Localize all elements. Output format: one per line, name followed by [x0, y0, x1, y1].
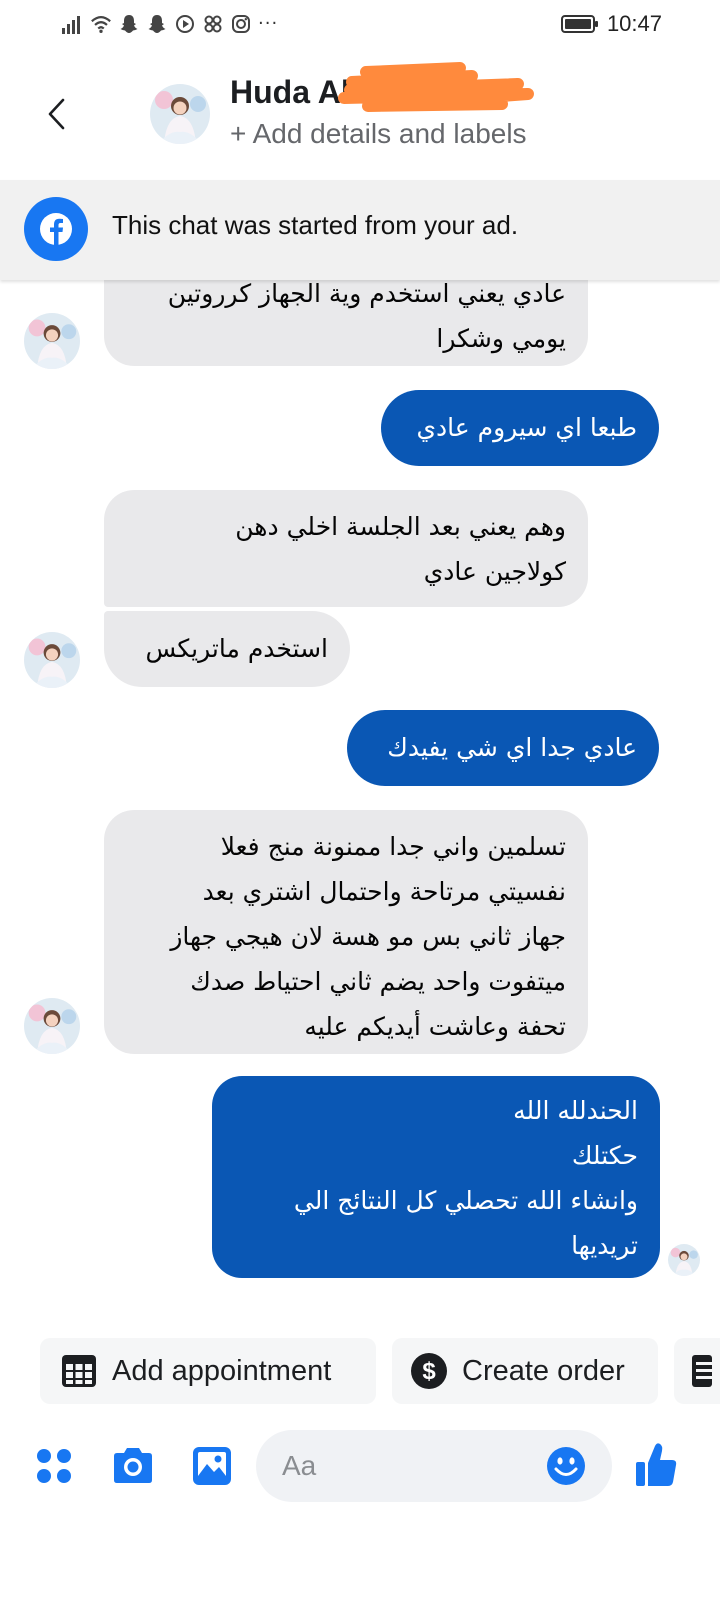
chat-header: Huda Al + Add details and labels: [0, 60, 720, 178]
signal-icon: [62, 13, 84, 35]
quick-actions-bar: Add appointment $ Create order: [0, 1338, 720, 1404]
banner-text: This chat was started from your ad.: [112, 210, 519, 240]
add-appointment-label: Add appointment: [112, 1354, 332, 1387]
chevron-left-icon: [48, 98, 65, 130]
snapchat-icon: [146, 13, 168, 35]
contact-avatar[interactable]: [150, 84, 210, 144]
composer-bar: [0, 1428, 720, 1512]
status-bar: ··· 10:47: [0, 0, 720, 48]
status-right: 10:47: [560, 10, 662, 38]
sender-avatar[interactable]: [24, 313, 80, 369]
dollar-icon: $: [410, 1352, 448, 1390]
message-bubble-outgoing[interactable]: عادي جدا اي شي يفيدك: [347, 710, 659, 786]
snapchat-icon: [118, 13, 140, 35]
message-list[interactable]: عادي يعني استخدم وية الجهاز كرروتين يومي…: [0, 280, 720, 1305]
calendar-icon: [60, 1352, 98, 1390]
app-icon: [202, 13, 224, 35]
back-button[interactable]: [36, 90, 76, 138]
emoji-icon[interactable]: [546, 1446, 586, 1486]
more-actions-button[interactable]: [674, 1338, 720, 1404]
svg-text:$: $: [422, 1358, 436, 1385]
battery-icon: [560, 13, 599, 35]
add-appointment-button[interactable]: Add appointment: [40, 1338, 376, 1404]
ad-banner: This chat was started from your ad.: [0, 180, 720, 280]
add-details-link[interactable]: + Add details and labels: [230, 118, 527, 150]
document-icon: [692, 1353, 712, 1389]
status-time: 10:47: [606, 11, 662, 36]
read-receipt-avatar: [668, 1244, 700, 1276]
message-bubble-outgoing[interactable]: الحندلله الله حكتلك وانشاء الله تحصلي كل…: [212, 1076, 660, 1278]
media-icon: [174, 13, 196, 35]
status-icons: ···: [62, 10, 278, 38]
thumbs-up-icon[interactable]: [634, 1442, 678, 1488]
camera-icon[interactable]: [110, 1446, 156, 1486]
message-bubble-incoming[interactable]: عادي يعني استخدم وية الجهاز كرروتين يومي…: [104, 280, 588, 366]
message-bubble-incoming[interactable]: استخدم ماتريكس: [104, 611, 350, 687]
sender-avatar[interactable]: [24, 998, 80, 1054]
gallery-icon[interactable]: [190, 1444, 234, 1488]
facebook-icon: [24, 197, 88, 261]
name-redaction-scribble: [322, 62, 536, 116]
message-bubble-incoming[interactable]: وهم يعني بعد الجلسة اخلي دهن كولاجين عاد…: [104, 490, 588, 607]
message-bubble-outgoing[interactable]: طبعا اي سيروم عادي: [381, 390, 659, 466]
menu-dots-icon[interactable]: [34, 1446, 74, 1486]
create-order-button[interactable]: $ Create order: [392, 1338, 658, 1404]
more-dots-icon: ···: [258, 13, 279, 34]
sender-avatar[interactable]: [24, 632, 80, 688]
wifi-icon: [90, 13, 112, 35]
instagram-icon: [230, 13, 252, 35]
create-order-label: Create order: [462, 1354, 625, 1387]
message-bubble-incoming[interactable]: تسلمين واني جدا ممنونة منج فعلا نفسيتي م…: [104, 810, 588, 1054]
